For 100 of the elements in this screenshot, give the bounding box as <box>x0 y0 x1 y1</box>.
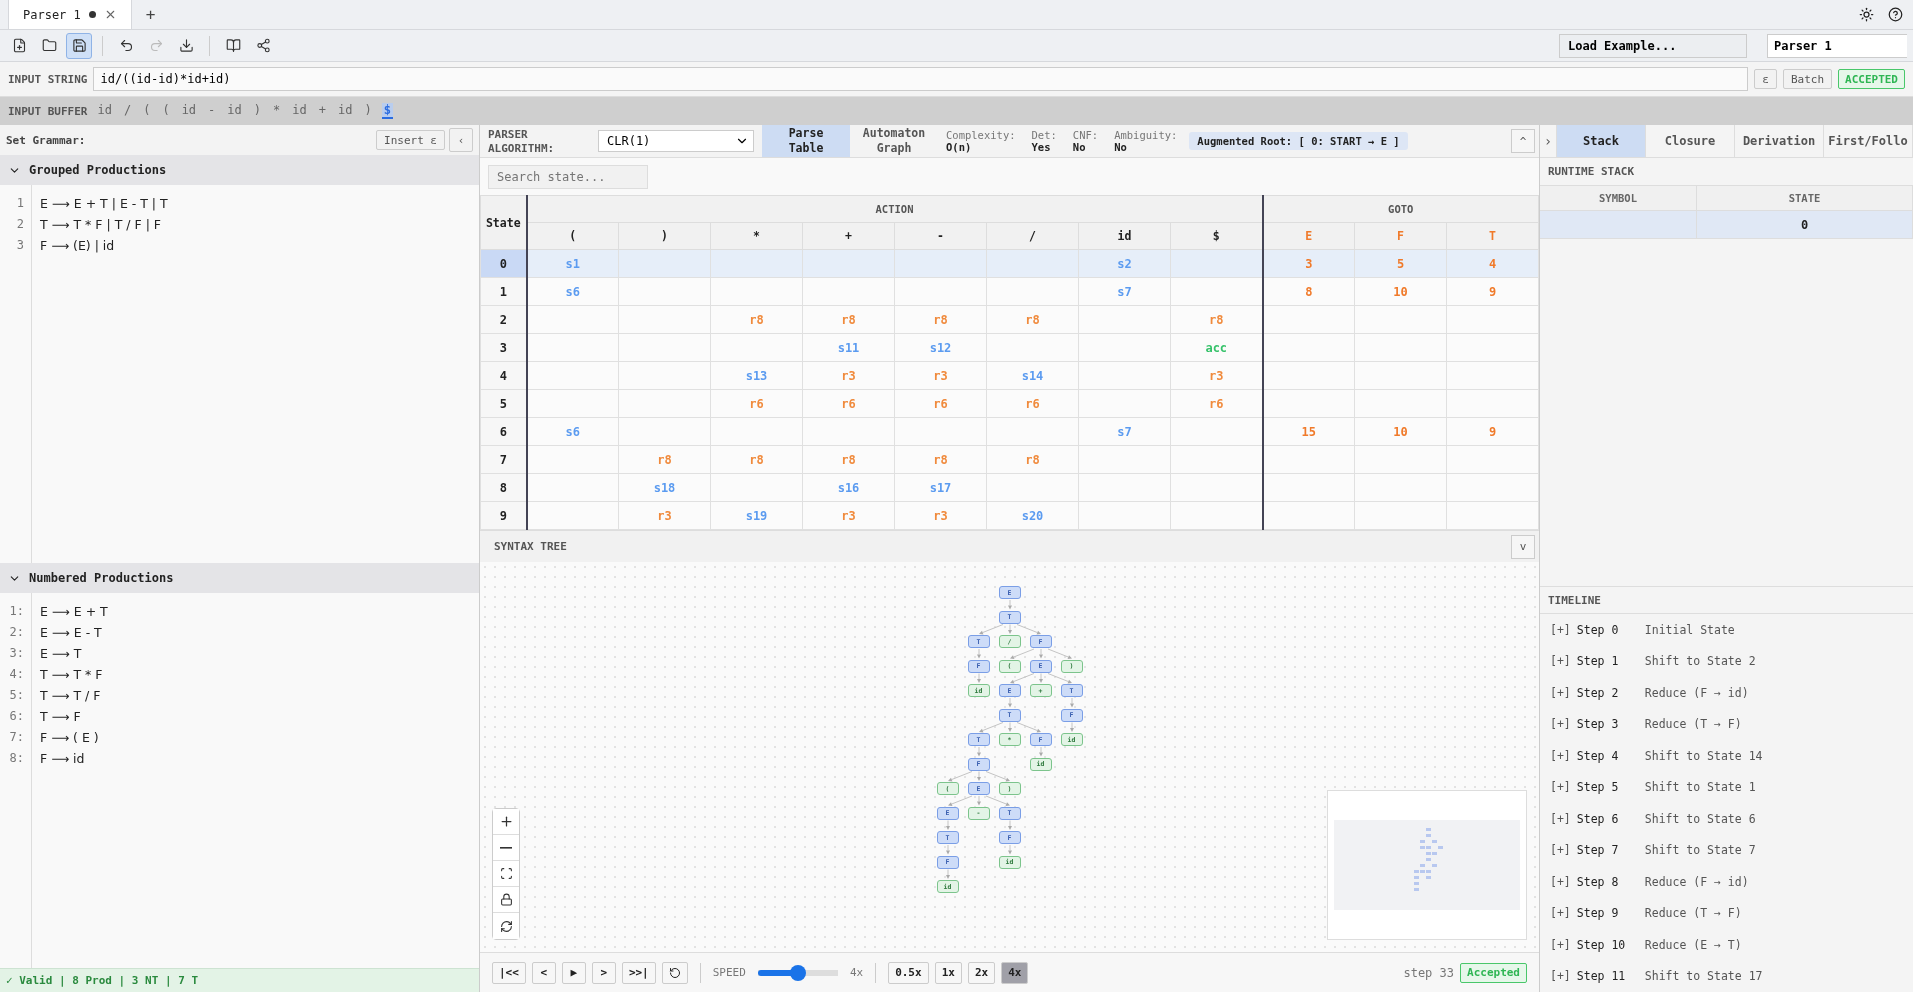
state-cell[interactable]: 5 <box>480 389 527 418</box>
table-cell: 9 <box>1446 417 1539 446</box>
zoom-in-button[interactable] <box>493 809 519 835</box>
tree-edge <box>1069 722 1074 732</box>
document-tab[interactable]: Parser 1 <box>8 0 132 29</box>
buffer-token: $ <box>381 103 393 119</box>
stat-label: Det: <box>1031 129 1057 141</box>
section-header[interactable]: Grouped Productions <box>0 155 479 185</box>
new-tab-button[interactable]: + <box>131 0 170 29</box>
input-string-field[interactable]: id/((id-id)*id+id) <box>93 67 1749 91</box>
epsilon-button[interactable]: ε <box>1754 69 1777 89</box>
column-header: ) <box>618 222 711 250</box>
expand-toggle[interactable]: [+] <box>1550 874 1571 889</box>
step-label[interactable]: Step 7 <box>1576 843 1639 858</box>
column-header: - <box>894 222 987 250</box>
panel-tab[interactable]: First/Follo <box>1824 125 1913 157</box>
tree-edge <box>1016 624 1041 635</box>
playback-button[interactable]: |<< <box>492 961 526 984</box>
playback-button[interactable]: > <box>591 961 616 984</box>
expand-toggle[interactable]: [+] <box>1550 748 1571 763</box>
expand-toggle[interactable]: [+] <box>1550 969 1571 984</box>
speed-rate-button[interactable]: 0.5x <box>888 961 929 984</box>
playback-button[interactable]: >>| <box>621 961 656 984</box>
tree-edge <box>976 771 981 781</box>
expand-toggle[interactable]: [+] <box>1550 780 1571 795</box>
playback-button[interactable]: < <box>531 961 556 984</box>
folder-icon <box>41 38 57 53</box>
step-label[interactable]: Step 4 <box>1576 748 1639 763</box>
expand-toggle[interactable]: [+] <box>1550 811 1571 826</box>
production-line: F ⟶ ( E ) <box>40 729 100 747</box>
collapse-button[interactable]: v <box>1511 534 1535 559</box>
search-field[interactable]: Search state... <box>488 164 648 189</box>
buffer-token: ) <box>252 103 262 119</box>
stat-value: O(n) <box>946 141 973 153</box>
state-cell[interactable]: 3 <box>480 333 527 362</box>
help-icon[interactable] <box>1888 6 1903 22</box>
tree-edge <box>976 795 981 806</box>
panel-tab[interactable]: Derivation <box>1735 125 1824 157</box>
step-label[interactable]: Step 5 <box>1576 780 1639 795</box>
step-label[interactable]: Step 3 <box>1576 717 1639 732</box>
table-cell: s2 <box>1078 249 1171 278</box>
view-tab[interactable]: Automaton Graph <box>850 125 938 157</box>
production-line: F ⟶ (E) | id <box>40 237 116 255</box>
expand-toggle[interactable]: [+] <box>1550 685 1571 700</box>
state-cell[interactable]: 8 <box>480 473 527 502</box>
table-cell: r6 <box>894 389 987 418</box>
state-cell[interactable]: 7 <box>480 445 527 474</box>
collapse-button[interactable]: ‹ <box>449 128 473 152</box>
parser-name-field[interactable]: Parser 1 <box>1767 33 1907 58</box>
state-cell[interactable]: 2 <box>480 305 527 334</box>
state-cell[interactable]: 6 <box>480 417 527 446</box>
panel-tab[interactable]: Stack <box>1557 125 1646 157</box>
algorithm-select[interactable]: CLR(1) <box>598 130 754 152</box>
group-header: ACTION <box>526 195 1263 223</box>
toolbar-button[interactable] <box>66 32 92 59</box>
step-label[interactable]: Step 1 <box>1576 654 1639 669</box>
insert-epsilon-button[interactable]: Insert ε <box>376 130 445 150</box>
table-cell: r3 <box>894 361 987 390</box>
group-header: GOTO <box>1262 195 1539 223</box>
expand-toggle[interactable]: [+] <box>1550 717 1571 732</box>
step-label[interactable]: Step 10 <box>1576 937 1639 952</box>
speed-rate-button[interactable]: 4x <box>1001 961 1029 984</box>
production-line: T ⟶ F <box>40 708 82 726</box>
column-header: SYMBOL <box>1540 186 1697 210</box>
state-cell[interactable]: 0 <box>480 249 527 278</box>
buffer-token: - <box>207 103 217 119</box>
step-label[interactable]: Step 11 <box>1576 969 1639 984</box>
step-label[interactable]: Step 0 <box>1576 622 1639 637</box>
step-label[interactable]: Step 9 <box>1576 906 1639 921</box>
slider-thumb[interactable] <box>789 964 806 981</box>
playback-button[interactable]: ▶ <box>561 961 586 984</box>
step-label[interactable]: Step 8 <box>1576 874 1639 889</box>
expand-toggle[interactable]: [+] <box>1550 906 1571 921</box>
table-cell: 4 <box>1446 249 1539 278</box>
step-label[interactable]: Step 2 <box>1576 685 1639 700</box>
reset-button[interactable] <box>661 961 688 984</box>
load-example-button[interactable]: Load Example... <box>1559 33 1747 58</box>
batch-button[interactable]: Batch <box>1782 69 1832 89</box>
collapse-button[interactable]: ^ <box>1511 129 1535 153</box>
step-label[interactable]: Step 6 <box>1576 811 1639 826</box>
expand-toggle[interactable]: [+] <box>1550 937 1571 952</box>
expand-toggle[interactable]: [+] <box>1550 654 1571 669</box>
view-tab[interactable]: Parse Table <box>762 125 850 157</box>
state-cell[interactable]: 9 <box>480 501 527 530</box>
section-header[interactable]: Numbered Productions <box>0 563 479 593</box>
speed-rate-button[interactable]: 2x <box>967 961 996 984</box>
line-number: 3: <box>9 645 24 662</box>
save-icon <box>71 38 87 53</box>
buffer-token: * <box>272 103 282 119</box>
expand-toggle[interactable]: [+] <box>1550 843 1571 858</box>
panel-tab[interactable]: Closure <box>1646 125 1735 157</box>
table-cell: r3 <box>618 501 711 530</box>
speed-rate-button[interactable]: 1x <box>934 961 962 984</box>
tree-edge <box>1047 648 1072 659</box>
expand-toggle[interactable]: [+] <box>1550 622 1571 637</box>
theme-icon[interactable] <box>1859 6 1874 22</box>
runtime-stack-title: RUNTIME STACK <box>1548 165 1635 178</box>
state-cell[interactable]: 1 <box>480 277 527 306</box>
state-cell[interactable]: 4 <box>480 361 527 390</box>
buffer-token: id <box>180 103 198 119</box>
